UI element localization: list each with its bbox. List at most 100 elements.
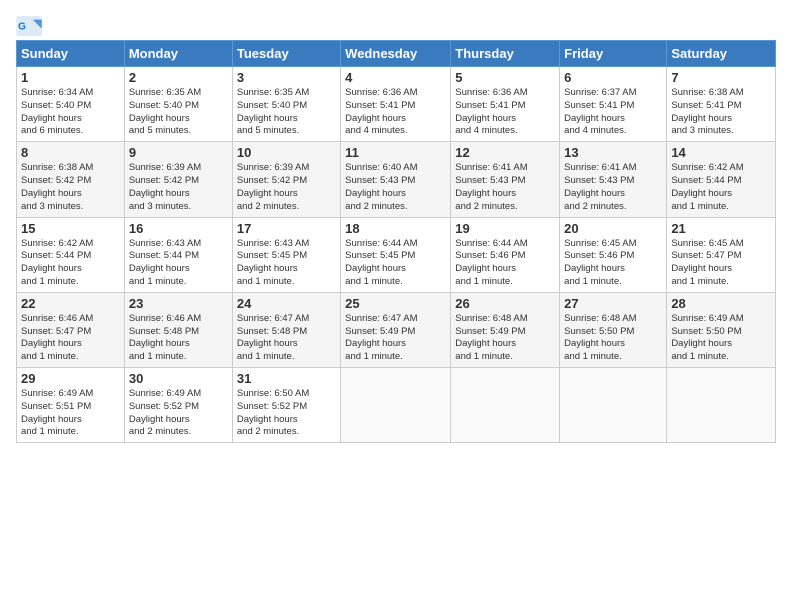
calendar-cell [560,368,667,443]
calendar-cell: 14Sunrise: 6:42 AMSunset: 5:44 PMDayligh… [667,142,776,217]
calendar-cell: 6Sunrise: 6:37 AMSunset: 5:41 PMDaylight… [560,67,667,142]
day-number: 2 [129,70,228,85]
day-info: Sunrise: 6:43 AMSunset: 5:44 PMDaylight … [129,238,228,289]
calendar-cell: 19Sunrise: 6:44 AMSunset: 5:46 PMDayligh… [451,217,560,292]
calendar-cell: 21Sunrise: 6:45 AMSunset: 5:47 PMDayligh… [667,217,776,292]
day-info: Sunrise: 6:50 AMSunset: 5:52 PMDaylight … [237,388,336,439]
calendar-cell: 2 Sunrise: 6:35 AMSunset: 5:40 PMDaylight… [124,67,232,142]
day-info: Sunrise: 6:49 AMSunset: 5:52 PMDaylight … [129,388,228,439]
day-info: Sunrise: 6:45 AMSunset: 5:46 PMDaylight … [564,238,662,289]
day-number: 15 [21,221,120,236]
calendar-cell: 15Sunrise: 6:42 AMSunset: 5:44 PMDayligh… [17,217,125,292]
calendar-cell: 1Sunrise: 6:34 AMSunset: 5:40 PMDaylight… [17,67,125,142]
header-thursday: Thursday [451,41,560,67]
calendar-cell: 30 Sunrise: 6:49 AMSunset: 5:52 PMDayligh… [124,368,232,443]
calendar-cell: 13 Sunrise: 6:41 AMSunset: 5:43 PMDayligh… [560,142,667,217]
day-number: 31 [237,371,336,386]
day-info: Sunrise: 6:36 AMSunset: 5:41 PMDaylight … [455,87,555,138]
calendar-cell: 16 Sunrise: 6:43 AMSunset: 5:44 PMDayligh… [124,217,232,292]
calendar-cell: 17 Sunrise: 6:43 AMSunset: 5:45 PMDayligh… [232,217,340,292]
day-info: Sunrise: 6:44 AMSunset: 5:45 PMDaylight … [345,238,446,289]
main-container: G SundayMondayTuesdayWednesdayThursdayFr… [0,0,792,451]
day-number: 28 [671,296,771,311]
day-info: Sunrise: 6:47 AMSunset: 5:49 PMDaylight … [345,313,446,364]
header-monday: Monday [124,41,232,67]
day-info: Sunrise: 6:39 AMSunset: 5:42 PMDaylight … [129,162,228,213]
calendar-cell: 11 Sunrise: 6:40 AMSunset: 5:43 PMDayligh… [341,142,451,217]
calendar-cell: 26 Sunrise: 6:48 AMSunset: 5:49 PMDayligh… [451,292,560,367]
day-number: 22 [21,296,120,311]
header-tuesday: Tuesday [232,41,340,67]
day-number: 13 [564,145,662,160]
week-row-1: 1Sunrise: 6:34 AMSunset: 5:40 PMDaylight… [17,67,776,142]
calendar-cell: 23 Sunrise: 6:46 AMSunset: 5:48 PMDayligh… [124,292,232,367]
day-number: 25 [345,296,446,311]
calendar-cell: 8 Sunrise: 6:38 AMSunset: 5:42 PMDaylight… [17,142,125,217]
day-info: Sunrise: 6:35 AMSunset: 5:40 PMDaylight … [129,87,228,138]
header-saturday: Saturday [667,41,776,67]
day-number: 27 [564,296,662,311]
day-info: Sunrise: 6:41 AMSunset: 5:43 PMDaylight … [455,162,555,213]
header-friday: Friday [560,41,667,67]
day-info: Sunrise: 6:43 AMSunset: 5:45 PMDaylight … [237,238,336,289]
calendar-cell: 22 Sunrise: 6:46 AMSunset: 5:47 PMDayligh… [17,292,125,367]
calendar-cell: 20 Sunrise: 6:45 AMSunset: 5:46 PMDayligh… [560,217,667,292]
calendar-header-row: SundayMondayTuesdayWednesdayThursdayFrid… [17,41,776,67]
week-row-2: 8 Sunrise: 6:38 AMSunset: 5:42 PMDaylight… [17,142,776,217]
calendar-cell: 10Sunrise: 6:39 AMSunset: 5:42 PMDayligh… [232,142,340,217]
day-info: Sunrise: 6:38 AMSunset: 5:42 PMDaylight … [21,162,120,213]
day-info: Sunrise: 6:46 AMSunset: 5:47 PMDaylight … [21,313,120,364]
calendar-cell: 24Sunrise: 6:47 AMSunset: 5:48 PMDayligh… [232,292,340,367]
logo-icon: G [16,16,44,36]
day-number: 1 [21,70,120,85]
calendar-table: SundayMondayTuesdayWednesdayThursdayFrid… [16,40,776,443]
svg-text:G: G [18,22,26,33]
day-info: Sunrise: 6:46 AMSunset: 5:48 PMDaylight … [129,313,228,364]
calendar-cell: 27 Sunrise: 6:48 AMSunset: 5:50 PMDayligh… [560,292,667,367]
header-sunday: Sunday [17,41,125,67]
day-number: 10 [237,145,336,160]
calendar-cell: 9 Sunrise: 6:39 AMSunset: 5:42 PMDaylight… [124,142,232,217]
calendar-cell [451,368,560,443]
day-number: 29 [21,371,120,386]
day-number: 6 [564,70,662,85]
calendar-cell: 5Sunrise: 6:36 AMSunset: 5:41 PMDaylight… [451,67,560,142]
day-info: Sunrise: 6:41 AMSunset: 5:43 PMDaylight … [564,162,662,213]
day-number: 26 [455,296,555,311]
header: G [16,16,776,36]
calendar-cell [667,368,776,443]
day-number: 24 [237,296,336,311]
day-info: Sunrise: 6:48 AMSunset: 5:49 PMDaylight … [455,313,555,364]
day-number: 12 [455,145,555,160]
day-number: 30 [129,371,228,386]
day-info: Sunrise: 6:48 AMSunset: 5:50 PMDaylight … [564,313,662,364]
day-number: 9 [129,145,228,160]
calendar-cell: 3 Sunrise: 6:35 AMSunset: 5:40 PMDaylight… [232,67,340,142]
day-info: Sunrise: 6:40 AMSunset: 5:43 PMDaylight … [345,162,446,213]
day-number: 3 [237,70,336,85]
calendar-cell: 28 Sunrise: 6:49 AMSunset: 5:50 PMDayligh… [667,292,776,367]
day-info: Sunrise: 6:42 AMSunset: 5:44 PMDaylight … [671,162,771,213]
day-number: 7 [671,70,771,85]
day-info: Sunrise: 6:36 AMSunset: 5:41 PMDaylight … [345,87,446,138]
day-number: 17 [237,221,336,236]
calendar-cell: 31 Sunrise: 6:50 AMSunset: 5:52 PMDayligh… [232,368,340,443]
day-info: Sunrise: 6:35 AMSunset: 5:40 PMDaylight … [237,87,336,138]
day-info: Sunrise: 6:49 AMSunset: 5:51 PMDaylight … [21,388,120,439]
day-number: 20 [564,221,662,236]
day-number: 23 [129,296,228,311]
day-info: Sunrise: 6:45 AMSunset: 5:47 PMDaylight … [671,238,771,289]
week-row-5: 29 Sunrise: 6:49 AMSunset: 5:51 PMDayligh… [17,368,776,443]
week-row-4: 22 Sunrise: 6:46 AMSunset: 5:47 PMDayligh… [17,292,776,367]
calendar-cell: 29 Sunrise: 6:49 AMSunset: 5:51 PMDayligh… [17,368,125,443]
logo: G [16,16,48,36]
header-wednesday: Wednesday [341,41,451,67]
day-number: 16 [129,221,228,236]
calendar-cell: 12 Sunrise: 6:41 AMSunset: 5:43 PMDayligh… [451,142,560,217]
day-number: 11 [345,145,446,160]
day-number: 8 [21,145,120,160]
day-number: 4 [345,70,446,85]
day-info: Sunrise: 6:49 AMSunset: 5:50 PMDaylight … [671,313,771,364]
calendar-cell: 25 Sunrise: 6:47 AMSunset: 5:49 PMDayligh… [341,292,451,367]
calendar-cell: 4 Sunrise: 6:36 AMSunset: 5:41 PMDaylight… [341,67,451,142]
